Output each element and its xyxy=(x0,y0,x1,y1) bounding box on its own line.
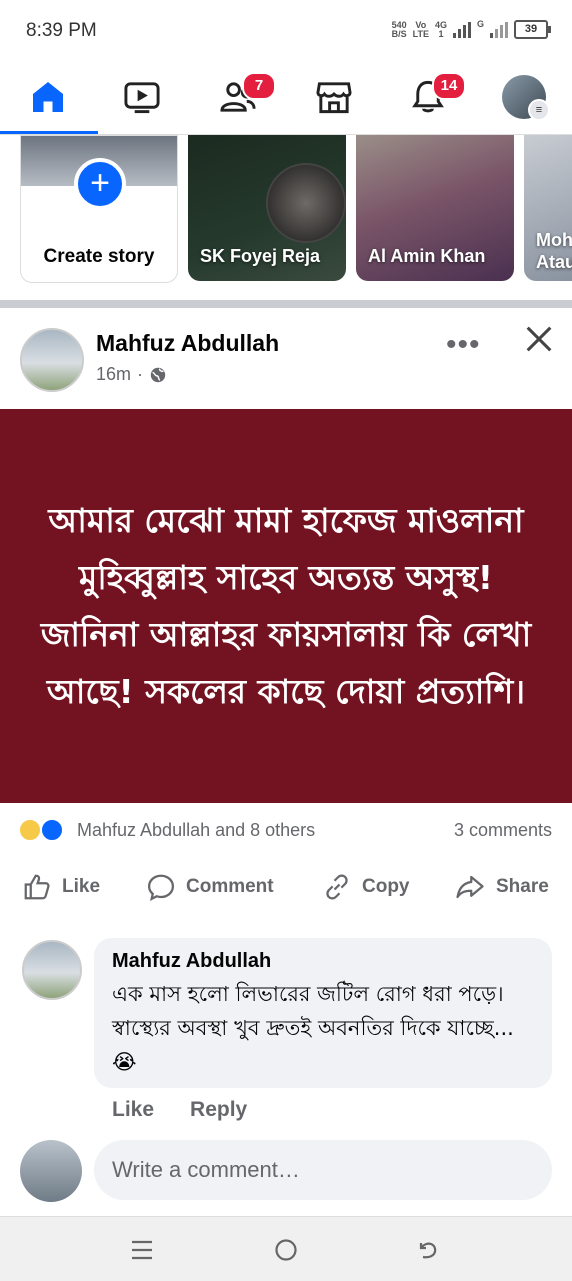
nav-friends[interactable]: 7 xyxy=(208,64,276,130)
status-bar: 8:39 PM 540 B/S Vo LTE 4G 1 G 39 xyxy=(0,0,572,64)
profile-avatar: ≡ xyxy=(502,75,550,121)
menu-icon: ≡ xyxy=(528,99,550,121)
signal2-icon xyxy=(490,21,508,38)
volte-indicator: Vo LTE xyxy=(412,20,429,39)
globe-icon xyxy=(150,367,166,382)
top-nav-bar: 7 14 ≡ xyxy=(0,64,572,135)
nav-profile-menu[interactable]: ≡ xyxy=(494,64,554,130)
post-time[interactable]: 16m xyxy=(96,364,131,385)
comment-author-avatar[interactable] xyxy=(22,940,82,1000)
plus-icon[interactable]: + xyxy=(74,158,126,210)
comment-label: Comment xyxy=(186,876,274,897)
friends-badge: 7 xyxy=(242,72,276,100)
nav-video[interactable] xyxy=(112,64,172,130)
comment-author-name[interactable]: Mahfuz Abdullah xyxy=(112,950,534,973)
copy-icon xyxy=(326,874,348,900)
share-button[interactable]: Share xyxy=(454,872,549,902)
home-button[interactable] xyxy=(266,1233,306,1267)
marketplace-icon xyxy=(316,82,352,114)
like-icon xyxy=(24,874,50,900)
story-card[interactable]: Moh Atau xyxy=(524,135,572,281)
network2-label: G xyxy=(476,19,484,29)
battery-icon: 39 xyxy=(514,20,551,39)
write-comment-input[interactable]: Write a comment… xyxy=(94,1140,552,1200)
like-label: Like xyxy=(62,876,101,897)
comment-actions: Like Reply xyxy=(112,1098,247,1122)
post-author-avatar[interactable] xyxy=(20,328,84,392)
comment-icon xyxy=(147,874,175,901)
post-text-background: আমার মেঝো মামা হাফেজ মাওলানা মুহিব্বুল্ল… xyxy=(0,409,572,803)
home-circle-icon xyxy=(275,1239,297,1261)
story-thumbnail-circle xyxy=(266,163,346,243)
copy-label: Copy xyxy=(362,876,410,897)
net-speed: 540 B/S xyxy=(391,20,407,39)
nav-notifications[interactable]: 14 xyxy=(398,64,466,130)
story-name: Moh Atau xyxy=(536,230,572,272)
current-user-avatar xyxy=(20,1140,82,1202)
network-type: 4G 1 xyxy=(435,20,447,39)
back-button[interactable] xyxy=(408,1233,448,1267)
story-card[interactable]: SK Foyej Reja xyxy=(188,135,346,281)
post-author-name[interactable]: Mahfuz Abdullah xyxy=(96,330,279,357)
recent-apps-button[interactable] xyxy=(122,1233,162,1267)
menu-icon xyxy=(132,1240,152,1260)
share-label: Share xyxy=(496,876,549,897)
comment-reply-button[interactable]: Reply xyxy=(190,1098,247,1122)
comment-bubble[interactable]: Mahfuz Abdullah এক মাস হলো লিভারের জটিল … xyxy=(94,938,552,1088)
like-reaction-icon xyxy=(40,818,64,842)
nav-marketplace[interactable] xyxy=(304,64,364,130)
share-icon xyxy=(456,875,484,899)
story-name: SK Foyej Reja xyxy=(200,246,321,266)
close-icon[interactable] xyxy=(522,322,556,356)
battery-level: 39 xyxy=(524,23,538,35)
volte-bottom: LTE xyxy=(412,28,429,39)
post-header: Mahfuz Abdullah 16m · ••• xyxy=(0,310,572,408)
section-divider xyxy=(0,300,572,308)
post-more-button[interactable]: ••• xyxy=(446,328,481,362)
signal-icon xyxy=(452,21,471,38)
post-text: আমার মেঝো মামা হাফেজ মাওলানা মুহিব্বুল্ল… xyxy=(40,501,532,711)
story-card[interactable]: Al Amin Khan xyxy=(356,135,514,281)
comments-count[interactable]: 3 comments xyxy=(454,820,552,841)
video-icon xyxy=(124,82,160,114)
network-type-bottom: 1 xyxy=(438,28,444,39)
post-meta: 16m · xyxy=(96,364,167,385)
notifications-badge: 14 xyxy=(432,72,466,100)
write-comment-bar: Write a comment… xyxy=(0,1134,572,1204)
like-button[interactable]: Like xyxy=(22,872,100,902)
post-actions: Like Comment Copy Share xyxy=(0,864,572,918)
comment-button[interactable]: Comment xyxy=(146,872,274,902)
copy-button[interactable]: Copy xyxy=(322,872,410,902)
status-time: 8:39 PM xyxy=(26,20,97,41)
reactions-summary[interactable]: Mahfuz Abdullah and 8 others 3 comments xyxy=(0,810,572,850)
home-icon xyxy=(33,82,63,112)
reaction-icons xyxy=(18,818,70,842)
sad-reaction-icon xyxy=(18,818,42,842)
reactions-text[interactable]: Mahfuz Abdullah and 8 others xyxy=(77,820,315,841)
nav-home[interactable] xyxy=(0,64,98,134)
post-meta-separator: · xyxy=(137,364,144,384)
system-nav-bar xyxy=(0,1216,572,1281)
status-indicators: 540 B/S Vo LTE 4G 1 G 39 xyxy=(391,19,551,39)
create-story-label: Create story xyxy=(43,246,155,267)
story-name: Al Amin Khan xyxy=(368,246,486,266)
net-speed-unit: B/S xyxy=(391,28,407,39)
create-story-card[interactable]: + Create story xyxy=(20,135,178,283)
back-icon xyxy=(419,1242,437,1259)
stories-tray: + Create story SK Foyej Reja Al Amin Kha… xyxy=(0,135,572,303)
comment-text: এক মাস হলো লিভারের জটিল রোগ ধরা পড়ে। স্… xyxy=(112,982,514,1074)
comment-like-button[interactable]: Like xyxy=(112,1098,154,1122)
